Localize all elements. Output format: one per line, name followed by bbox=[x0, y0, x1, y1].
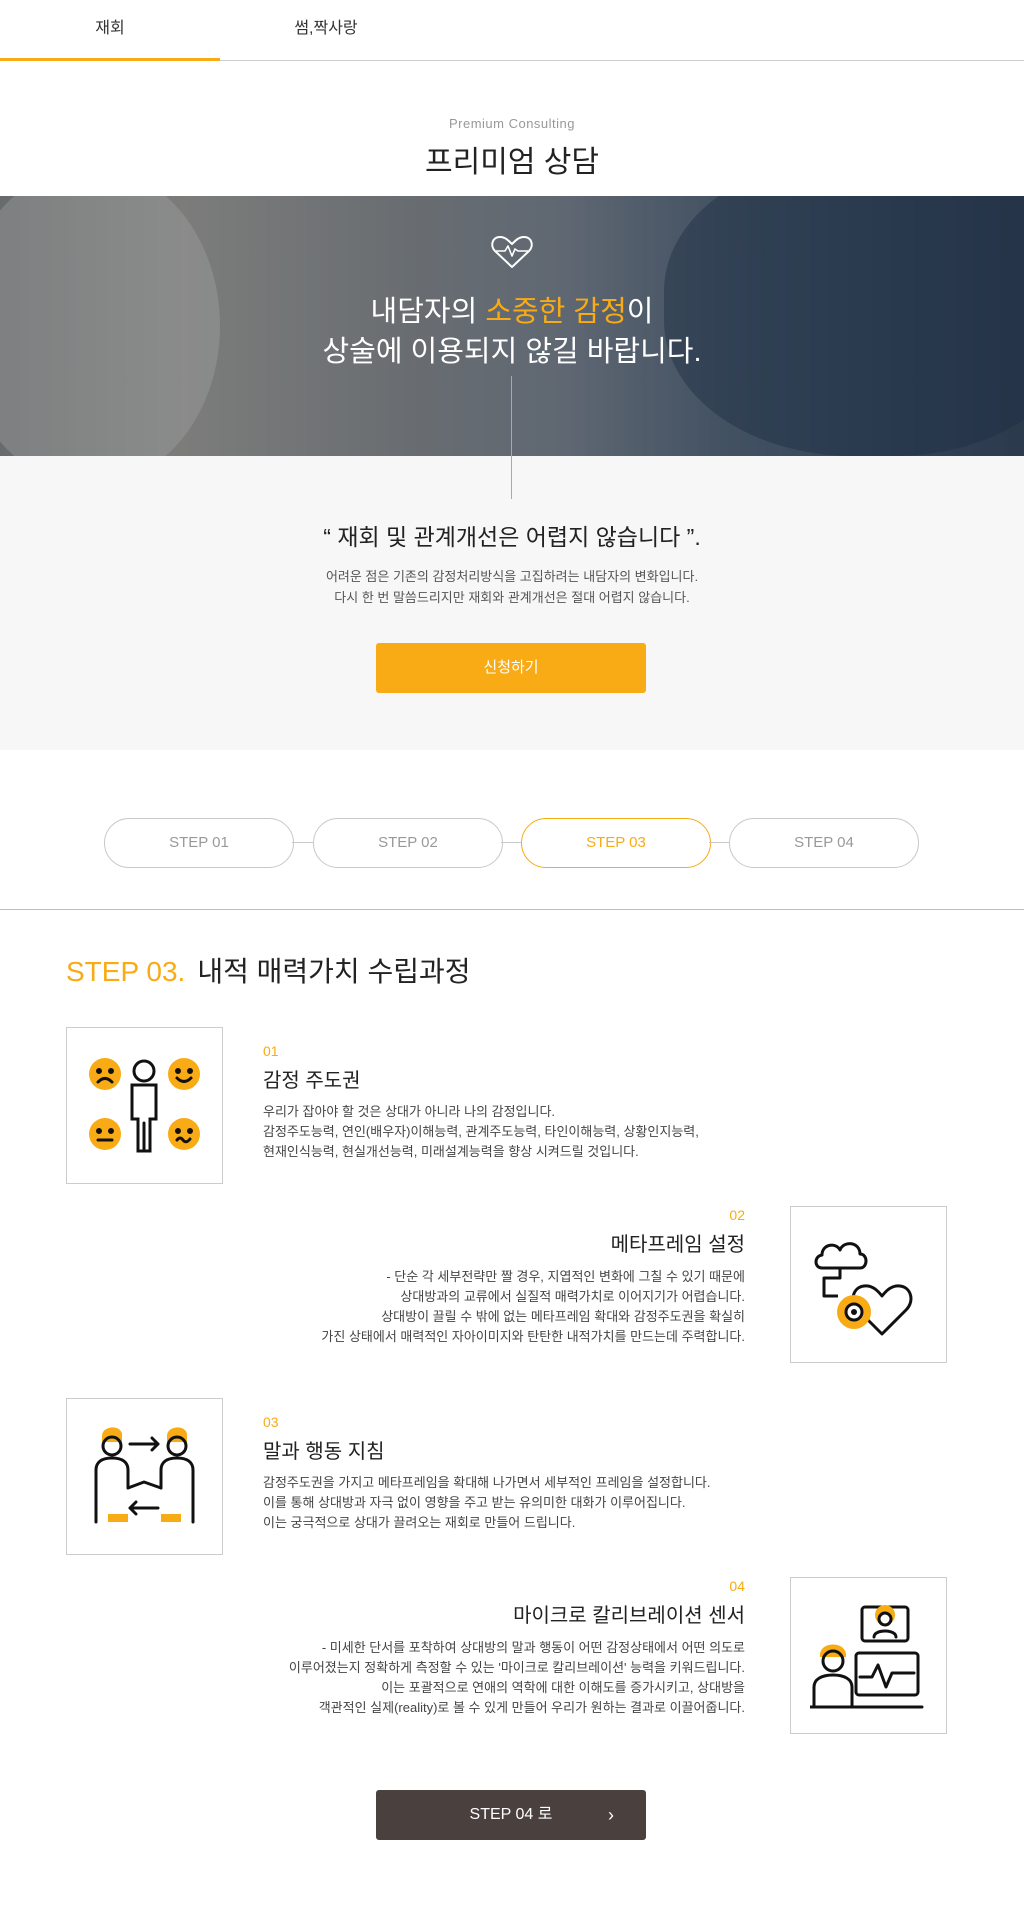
item-text-line: - 미세한 단서를 포착하여 상대방의 말과 행동이 어떤 감정상태에서 어떤 … bbox=[321, 1640, 745, 1655]
emotions-person-icon bbox=[89, 1058, 200, 1153]
category-tabs: 재회 썸,짝사랑 bbox=[0, 0, 1024, 61]
item-text-line: 감정주도능력, 연인(배우자)이해능력, 관계주도능력, 타인이해능력, 상황인… bbox=[263, 1124, 699, 1139]
item-text-line: 현재인식능력, 현실개선능력, 미래설계능력을 향상 시켜드릴 것입니다. bbox=[263, 1144, 639, 1159]
item-text-line: 우리가 잡아야 할 것은 상대가 아니라 나의 감정입니다. bbox=[263, 1104, 556, 1119]
item-icon-box-01 bbox=[66, 1027, 223, 1184]
step-connector bbox=[709, 842, 731, 843]
step-heading: STEP 03. 내적 매력가치 수립과정 bbox=[66, 950, 471, 990]
item-text-04: - 미세한 단서를 포착하여 상대방의 말과 행동이 어떤 감정상태에서 어떤 … bbox=[289, 1638, 745, 1718]
intro-quote: “ 재회 및 관계개선은 어렵지 않습니다 ”. bbox=[323, 524, 701, 550]
item-text-line: 가진 상태에서 매력적인 자아이미지와 탄탄한 내적가치를 만드는데 주력합니다… bbox=[321, 1329, 745, 1344]
item-number-04: 04 bbox=[729, 1578, 745, 1594]
hero-headline-1: 내담자의 소중한 감정이 bbox=[0, 288, 1024, 330]
tab-crush[interactable]: 썸,짝사랑 bbox=[216, 0, 436, 61]
item-number-01: 01 bbox=[263, 1043, 279, 1059]
handshake-exchange-icon bbox=[94, 1427, 195, 1524]
item-text-line: 이는 궁극적으로 상대가 끌려오는 재회로 만들어 드립니다. bbox=[263, 1515, 576, 1530]
steps-nav: STEP 01 STEP 02 STEP 03 STEP 04 bbox=[0, 818, 1024, 868]
item-icon-box-02 bbox=[790, 1206, 947, 1363]
step-connector bbox=[292, 842, 314, 843]
vertical-divider bbox=[511, 376, 512, 499]
item-title-01: 감정 주도권 bbox=[263, 1070, 361, 1092]
step-tab-01[interactable]: STEP 01 bbox=[104, 818, 294, 868]
step-number: STEP 03. bbox=[66, 956, 186, 987]
item-title-02: 메타프레임 설정 bbox=[610, 1234, 745, 1256]
item-icon-box-04 bbox=[790, 1577, 947, 1734]
intro-description-1: 어려운 점은 기존의 감정처리방식을 고집하려는 내담자의 변화입니다. bbox=[325, 569, 699, 584]
page-title: 프리미엄 상담 bbox=[425, 146, 599, 179]
hero-text-end: 이 bbox=[626, 296, 654, 328]
item-number-02: 02 bbox=[729, 1207, 745, 1223]
item-title-03: 말과 행동 지침 bbox=[263, 1441, 385, 1463]
next-step-label: STEP 04 로 bbox=[469, 1806, 553, 1823]
item-text-line: 객관적인 실제(reality)로 볼 수 있게 만들어 우리가 원하는 결과로… bbox=[318, 1700, 745, 1715]
step-tab-03[interactable]: STEP 03 bbox=[521, 818, 711, 868]
intro-description-2: 다시 한 번 말씀드리지만 재회와 관계개선은 절대 어렵지 않습니다. bbox=[334, 590, 690, 605]
item-icon-box-03 bbox=[66, 1398, 223, 1555]
section-divider bbox=[0, 909, 1024, 910]
item-text-line: 이는 포괄적으로 연애의 역학에 대한 이해도를 증가시키고, 상대방을 bbox=[381, 1680, 745, 1695]
next-step-button[interactable]: STEP 04 로 › bbox=[376, 1790, 646, 1840]
hero-headline-2: 상술에 이용되지 않길 바랍니다. bbox=[322, 336, 702, 368]
tab-reunion[interactable]: 재회 bbox=[0, 0, 220, 61]
cloud-gear-heart-icon bbox=[814, 1242, 913, 1336]
step-title: 내적 매력가치 수립과정 bbox=[197, 956, 471, 987]
step-tab-04[interactable]: STEP 04 bbox=[729, 818, 919, 868]
item-text-03: 감정주도권을 가지고 메타프레임을 확대해 나가면서 세부적인 프레임을 설정합… bbox=[263, 1473, 711, 1533]
hero-accent-text: 소중한 감정 bbox=[485, 296, 627, 328]
item-text-01: 우리가 잡아야 할 것은 상대가 아니라 나의 감정입니다. 감정주도능력, 연… bbox=[263, 1102, 699, 1162]
heart-pulse-icon bbox=[491, 236, 533, 268]
item-title-04: 마이크로 칼리브레이션 센서 bbox=[513, 1605, 745, 1627]
item-text-line: 이루어졌는지 정확하게 측정할 수 있는 '마이크로 칼리브레이션' 능력을 키… bbox=[288, 1660, 745, 1675]
item-text-02: - 단순 각 세부전략만 짤 경우, 지엽적인 변화에 그칠 수 있기 때문에 … bbox=[321, 1267, 745, 1347]
monitoring-person-icon bbox=[810, 1605, 924, 1709]
page-subtitle: Premium Consulting bbox=[448, 116, 576, 131]
item-text-line: - 단순 각 세부전략만 짤 경우, 지엽적인 변화에 그칠 수 있기 때문에 bbox=[386, 1269, 745, 1284]
step-tab-02[interactable]: STEP 02 bbox=[313, 818, 503, 868]
item-text-line: 상대방과의 교류에서 실질적 매력가치로 이어지기가 어렵습니다. bbox=[400, 1289, 745, 1304]
item-text-line: 감정주도권을 가지고 메타프레임을 확대해 나가면서 세부적인 프레임을 설정합… bbox=[263, 1475, 711, 1490]
apply-button[interactable]: 신청하기 bbox=[376, 643, 646, 693]
item-text-line: 상대방이 끌릴 수 밖에 없는 메타프레임 확대와 감정주도권을 확실히 bbox=[381, 1309, 745, 1324]
chevron-right-icon: › bbox=[608, 1805, 614, 1825]
item-text-line: 이를 통해 상대방과 자극 없이 영향을 주고 받는 유의미한 대화가 이루어집… bbox=[263, 1495, 686, 1510]
item-number-03: 03 bbox=[263, 1414, 279, 1430]
hero-text: 내담자의 bbox=[370, 296, 486, 328]
step-connector bbox=[501, 842, 523, 843]
